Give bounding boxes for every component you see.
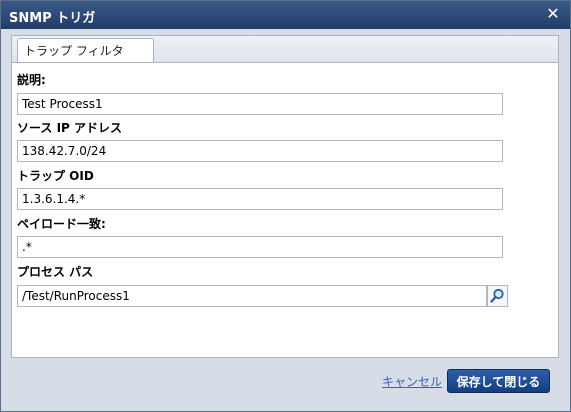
close-icon[interactable]: ✕ bbox=[544, 5, 562, 23]
payload-match-label: ペイロード一致: bbox=[17, 217, 106, 231]
browse-search-button[interactable] bbox=[487, 285, 508, 307]
trap-oid-label: トラップ OID bbox=[17, 169, 94, 183]
search-icon bbox=[490, 288, 504, 303]
title-bar[interactable]: SNMP トリガ ✕ bbox=[1, 1, 570, 29]
snmp-trigger-dialog: SNMP トリガ ✕ トラップ フィルタ 説明: ソース IP アドレス トラッ… bbox=[0, 0, 571, 412]
trap-oid-field[interactable] bbox=[17, 188, 503, 210]
source-ip-label: ソース IP アドレス bbox=[17, 121, 123, 135]
tab-trap-filter[interactable]: トラップ フィルタ bbox=[17, 38, 154, 62]
save-and-close-button[interactable]: 保存して閉じる bbox=[447, 369, 550, 393]
payload-match-field[interactable] bbox=[17, 236, 503, 258]
form-panel: トラップ フィルタ 説明: ソース IP アドレス トラップ OID ペイロード… bbox=[11, 35, 559, 358]
description-label: 説明: bbox=[17, 73, 46, 87]
process-path-label: プロセス パス bbox=[17, 265, 94, 279]
description-field[interactable] bbox=[17, 93, 503, 115]
tab-strip: トラップ フィルタ bbox=[12, 36, 558, 63]
cancel-link[interactable]: キャンセル bbox=[382, 373, 442, 390]
dialog-title: SNMP トリガ bbox=[9, 11, 96, 26]
source-ip-field[interactable] bbox=[17, 140, 503, 162]
process-path-field[interactable] bbox=[17, 285, 487, 307]
